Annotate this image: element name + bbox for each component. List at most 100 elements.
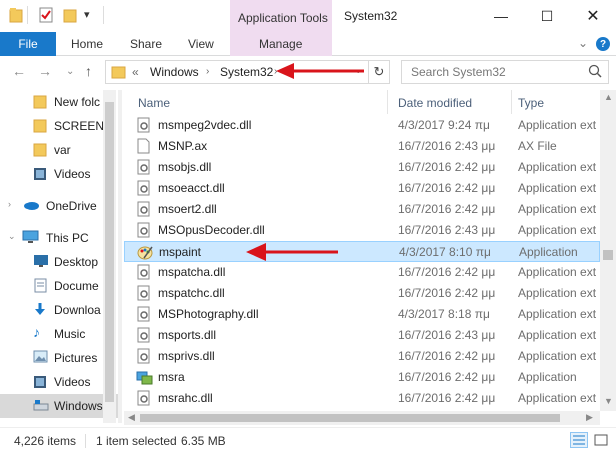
- file-row[interactable]: msoert2.dll 16/7/2016 2:42 μμ Application …: [124, 199, 600, 220]
- file-type: Application ext: [518, 265, 597, 279]
- customize-quick-access-icon[interactable]: ▾: [84, 8, 90, 21]
- file-date: 4/3/2017 8:18 πμ: [398, 307, 490, 321]
- column-header-name[interactable]: Name ⌃: [124, 90, 388, 114]
- new-folder-icon[interactable]: [63, 7, 77, 26]
- nav-item-desktop[interactable]: Desktop: [0, 250, 118, 274]
- nav-item-music[interactable]: ♪ Music: [0, 322, 118, 346]
- collapse-chevron-icon[interactable]: ⌄: [8, 231, 16, 242]
- folder-icon: [33, 142, 47, 160]
- nav-item-onedrive[interactable]: › OneDrive: [0, 194, 118, 218]
- file-date: 16/7/2016 2:42 μμ: [398, 370, 496, 384]
- horizontal-scroll-thumb[interactable]: [140, 414, 560, 422]
- file-date: 16/7/2016 2:42 μμ: [398, 349, 496, 363]
- nav-item-pictures[interactable]: Pictures: [0, 346, 118, 370]
- file-date: 16/7/2016 2:42 μμ: [398, 286, 496, 300]
- file-row[interactable]: msoeacct.dll 16/7/2016 2:42 μμ Application…: [124, 178, 600, 199]
- details-view-button[interactable]: [570, 432, 588, 448]
- search-input[interactable]: Search System32: [411, 65, 506, 79]
- nav-item-label: Desktop: [54, 255, 99, 269]
- dll-icon: [136, 117, 152, 137]
- music-icon: ♪: [33, 324, 40, 340]
- file-row[interactable]: MSNP.ax 16/7/2016 2:43 μμ AX File: [124, 136, 600, 157]
- column-header-date[interactable]: Date modified: [388, 90, 512, 114]
- maximize-button[interactable]: ☐: [524, 0, 570, 32]
- folder-icon: [33, 118, 47, 136]
- file-row[interactable]: MSPhotography.dll 4/3/2017 8:18 πμ Applica…: [124, 304, 600, 325]
- refresh-button[interactable]: ↻: [368, 60, 390, 84]
- file-tab[interactable]: File: [0, 32, 56, 56]
- recent-locations-icon[interactable]: ⌄: [66, 66, 74, 77]
- help-icon[interactable]: ?: [596, 37, 610, 51]
- nav-item-var[interactable]: var: [0, 138, 118, 162]
- file-name: mspatcha.dll: [158, 265, 226, 279]
- file-date: 16/7/2016 2:42 μμ: [398, 202, 496, 216]
- forward-arrow-icon[interactable]: →: [38, 63, 52, 79]
- nav-item-windows-drive[interactable]: Windows: [0, 394, 118, 418]
- item-count: 4,226 items: [14, 434, 77, 448]
- navigation-pane: New folc SCREENS var Videos › OneDrive ⌄…: [0, 90, 118, 423]
- file-row[interactable]: msra 16/7/2016 2:42 μμ Application: [124, 367, 600, 388]
- up-arrow-icon[interactable]: ↑: [85, 63, 92, 79]
- nav-item-videos[interactable]: Videos: [0, 370, 118, 394]
- back-arrow-icon[interactable]: ←: [12, 63, 26, 79]
- search-box[interactable]: Search System32: [401, 60, 609, 84]
- breadcrumb-windows[interactable]: Windows: [150, 65, 199, 79]
- file-name: msobjs.dll: [158, 160, 212, 174]
- dll-icon: [136, 159, 152, 179]
- tab-share[interactable]: Share: [130, 37, 162, 51]
- tab-manage[interactable]: Manage: [259, 37, 302, 51]
- nav-item-new-folder[interactable]: New folc: [0, 90, 118, 114]
- search-icon: [588, 64, 602, 81]
- pane-splitter[interactable]: [118, 90, 122, 423]
- nav-item-videos-quick[interactable]: Videos: [0, 162, 118, 186]
- nav-item-documents[interactable]: Docume: [0, 274, 118, 298]
- properties-icon[interactable]: [39, 7, 53, 26]
- file-row[interactable]: msprivs.dll 16/7/2016 2:42 μμ Application …: [124, 346, 600, 367]
- large-icons-view-button[interactable]: [592, 432, 610, 448]
- file-date: 16/7/2016 2:42 μμ: [398, 265, 496, 279]
- tab-home[interactable]: Home: [71, 37, 103, 51]
- file-list-scrollbar[interactable]: ▲ ▼: [600, 90, 616, 411]
- file-row[interactable]: mspatcha.dll 16/7/2016 2:42 μμ Application…: [124, 262, 600, 283]
- file-row[interactable]: mspatchc.dll 16/7/2016 2:42 μμ Application…: [124, 283, 600, 304]
- file-type: Application ext: [518, 328, 597, 342]
- tab-view[interactable]: View: [188, 37, 214, 51]
- file-list-scroll-thumb[interactable]: [603, 250, 613, 260]
- ribbon-expand-icon[interactable]: ⌄: [578, 36, 588, 50]
- dll-icon: [136, 201, 152, 221]
- scroll-left-icon[interactable]: ◀: [128, 412, 135, 423]
- file-row-selected[interactable]: mspaint 4/3/2017 8:10 πμ Application: [124, 241, 600, 262]
- annotation-arrow: [246, 243, 338, 261]
- column-header-type[interactable]: Type: [512, 90, 600, 114]
- file-row[interactable]: msobjs.dll 16/7/2016 2:42 μμ Application e…: [124, 157, 600, 178]
- file-date: 16/7/2016 2:43 μμ: [398, 328, 496, 342]
- file-row[interactable]: MSOpusDecoder.dll 16/7/2016 2:43 μμ Applic…: [124, 220, 600, 241]
- file-name: msoeacct.dll: [158, 181, 225, 195]
- expand-chevron-icon[interactable]: ›: [8, 199, 11, 209]
- nav-item-downloads[interactable]: Downloa: [0, 298, 118, 322]
- minimize-button[interactable]: —: [478, 0, 524, 32]
- file-type: Application ext: [518, 307, 597, 321]
- nav-scroll-thumb[interactable]: [105, 102, 114, 402]
- nav-item-label: Windows: [54, 399, 103, 413]
- drive-icon: [33, 398, 49, 415]
- documents-icon: [33, 278, 47, 296]
- scroll-down-icon[interactable]: ▼: [604, 396, 613, 406]
- file-row[interactable]: msrahc.dll 16/7/2016 2:42 μμ Application e…: [124, 388, 600, 409]
- file-row[interactable]: msmpeg2vdec.dll 4/3/2017 9:24 πμ Applicati…: [124, 115, 600, 136]
- file-name: msrahc.dll: [158, 391, 213, 405]
- file-name: MSNP.ax: [158, 139, 208, 153]
- scroll-right-icon[interactable]: ▶: [586, 412, 593, 423]
- breadcrumb-system32[interactable]: System32: [220, 65, 273, 79]
- scroll-up-icon[interactable]: ▲: [604, 92, 613, 102]
- nav-scrollbar[interactable]: [103, 90, 116, 423]
- videos-icon: [33, 374, 47, 392]
- nav-item-screenshots[interactable]: SCREENS: [0, 114, 118, 138]
- file-type: Application ext: [518, 160, 597, 174]
- file-row[interactable]: msports.dll 16/7/2016 2:43 μμ Application …: [124, 325, 600, 346]
- breadcrumb-overflow[interactable]: «: [132, 65, 139, 79]
- close-button[interactable]: ✕: [570, 0, 616, 32]
- horizontal-scrollbar[interactable]: ◀ ▶: [124, 411, 600, 425]
- nav-item-this-pc[interactable]: ⌄ This PC: [0, 226, 118, 250]
- file-name: msmpeg2vdec.dll: [158, 118, 252, 132]
